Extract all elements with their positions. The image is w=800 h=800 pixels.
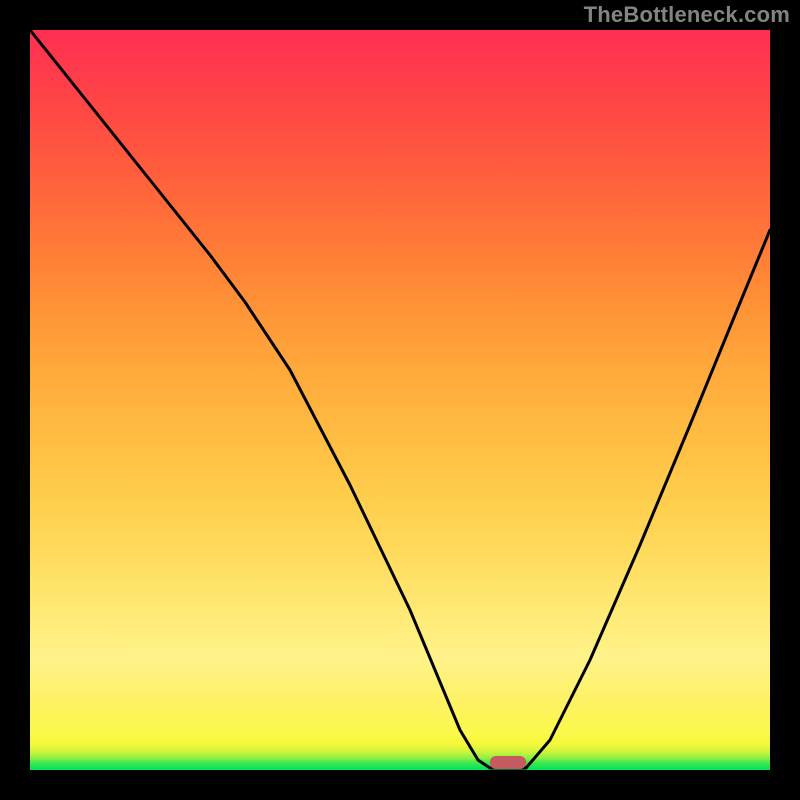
plot-area (30, 30, 770, 770)
optimal-marker (490, 756, 526, 769)
chart-frame (30, 30, 770, 770)
bottleneck-curve (30, 30, 770, 770)
watermark-label: TheBottleneck.com (584, 2, 790, 28)
